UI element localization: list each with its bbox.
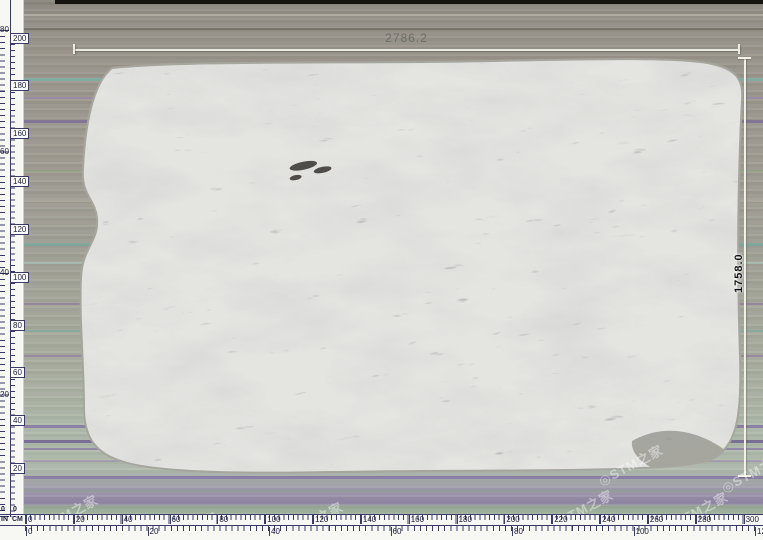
ruler-label-left-inch: 80 — [0, 26, 10, 34]
ruler-corner-inch-zero: 0 — [1, 506, 5, 514]
ruler-label-left-inch: 20 — [0, 391, 10, 399]
ruler-label-bottom-cm: 140 — [361, 515, 376, 524]
ruler-label-bottom-inch: 80 — [512, 527, 523, 536]
ruler-label-bottom-cm: 300 — [744, 515, 759, 524]
ruler-label-bottom-cm: 260 — [648, 515, 663, 524]
ruler-label-bottom-cm: 100 — [265, 515, 280, 524]
ruler-unit-cm-label: CM — [12, 516, 23, 524]
ruler-label-left-cm: 120 — [10, 224, 29, 235]
width-dimension-tick-right — [738, 44, 740, 54]
ruler-label-bottom-inch: 60 — [391, 527, 402, 536]
streak-line — [24, 490, 763, 492]
ruler-label-bottom-cm: 240 — [600, 515, 615, 524]
ruler-label-bottom-inch: 100 — [634, 527, 649, 536]
ruler-label-bottom-inch: 40 — [269, 527, 280, 536]
ruler-label-bottom-cm: 160 — [409, 515, 424, 524]
ruler-label-left-cm: 100 — [10, 272, 29, 283]
ruler-label-left-cm: 200 — [10, 33, 29, 44]
ruler-label-bottom-cm: 220 — [552, 515, 567, 524]
height-dimension-label: 1758.0 — [733, 228, 757, 318]
ruler-label-bottom-inch: 120 — [755, 527, 763, 536]
ruler-label-left-cm: 20 — [10, 463, 25, 474]
ruler-label-left-cm: 60 — [10, 367, 25, 378]
ruler-label-bottom-cm: 180 — [457, 515, 472, 524]
ruler-corner-cm-zero: 0 — [13, 506, 17, 514]
ruler-label-left-cm: 80 — [10, 320, 25, 331]
ruler-label-bottom-inch: 20 — [148, 527, 159, 536]
width-dimension-tick-left — [73, 44, 75, 54]
ruler-label-left-cm: 40 — [10, 415, 25, 426]
ruler-label-bottom-cm: 60 — [170, 515, 181, 524]
ruler-label-bottom-cm: 40 — [122, 515, 133, 524]
ruler-label-bottom-cm: 0 — [26, 515, 32, 524]
ruler-label-left-inch: 60 — [0, 148, 10, 156]
slab-scan-viewer: 2786.2 1758.0 ◎STM之家◎STM之家◎STM之家◎STM之家◎S… — [0, 0, 763, 540]
ruler-label-bottom-cm: 120 — [313, 515, 328, 524]
ruler-label-left-cm: 140 — [10, 176, 29, 187]
streak-line — [24, 28, 763, 30]
ruler-unit-inch-label: IN — [1, 516, 8, 524]
ruler-label-bottom-cm: 20 — [74, 515, 85, 524]
height-dimension-tick-top — [738, 57, 751, 59]
ruler-label-bottom-cm: 200 — [504, 515, 519, 524]
slab-image — [72, 56, 748, 477]
ruler-label-left-inch: 40 — [0, 269, 10, 277]
top-dark-band — [55, 0, 763, 4]
ruler-label-bottom-cm: 80 — [217, 515, 228, 524]
ruler-label-bottom-inch: 0 — [26, 527, 32, 536]
ruler-label-left-cm: 160 — [10, 128, 29, 139]
ruler-label-left-cm: 180 — [10, 80, 29, 91]
streak-line — [24, 14, 763, 16]
ruler-label-bottom-cm: 280 — [696, 515, 711, 524]
width-dimension-label: 2786.2 — [73, 31, 740, 45]
width-dimension-line — [73, 49, 740, 51]
